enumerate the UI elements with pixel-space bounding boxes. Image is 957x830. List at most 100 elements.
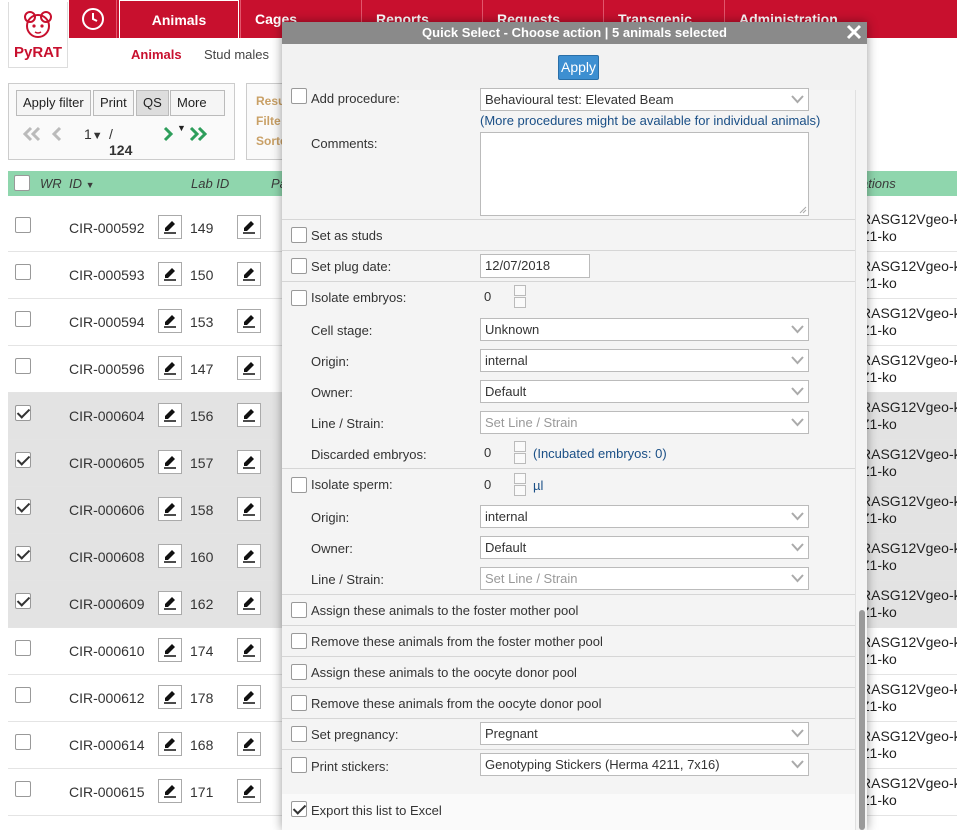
row-checkbox[interactable] (15, 687, 31, 703)
edit-id-button[interactable] (158, 544, 182, 568)
row-checkbox[interactable] (15, 264, 31, 280)
first-page-icon[interactable] (21, 126, 43, 145)
apply-filter-button[interactable]: Apply filter (16, 90, 91, 116)
discarded-count-stepper[interactable] (514, 441, 526, 465)
row-checkbox[interactable] (15, 405, 31, 421)
row-checkbox[interactable] (15, 640, 31, 656)
qs-button[interactable]: QS (136, 90, 169, 116)
subtab-animals[interactable]: Animals (131, 47, 182, 62)
stepper-up-icon[interactable] (514, 441, 526, 452)
edit-lab-id-button[interactable] (237, 309, 261, 333)
animal-id[interactable]: CIR-000612 (69, 690, 145, 706)
embryos-count-stepper[interactable] (514, 285, 526, 309)
row-checkbox[interactable] (15, 217, 31, 233)
subtab-stud-males[interactable]: Stud males (204, 47, 269, 62)
stepper-down-icon[interactable] (514, 453, 526, 464)
edit-lab-id-button[interactable] (237, 779, 261, 803)
remove-oocyte-checkbox[interactable] (291, 695, 307, 711)
edit-lab-id-button[interactable] (237, 497, 261, 521)
add-procedure-checkbox[interactable] (291, 88, 307, 104)
edit-id-button[interactable] (158, 262, 182, 286)
row-checkbox[interactable] (15, 452, 31, 468)
export-excel-checkbox[interactable] (291, 801, 307, 817)
animal-id[interactable]: CIR-000606 (69, 502, 145, 518)
assign-foster-checkbox[interactable] (291, 602, 307, 618)
edit-id-button[interactable] (158, 591, 182, 615)
select-all-checkbox[interactable] (14, 175, 30, 191)
stepper-up-icon[interactable] (514, 473, 526, 484)
row-checkbox[interactable] (15, 734, 31, 750)
embryo-line-strain-select[interactable]: Set Line / Strain (480, 411, 809, 434)
col-lab-id[interactable]: Lab ID (191, 176, 229, 191)
animal-id[interactable]: CIR-000615 (69, 784, 145, 800)
animal-id[interactable]: CIR-000605 (69, 455, 145, 471)
animal-id[interactable]: CIR-000604 (69, 408, 145, 424)
prev-page-icon[interactable] (49, 126, 65, 145)
row-checkbox[interactable] (15, 499, 31, 515)
animal-id[interactable]: CIR-000594 (69, 314, 145, 330)
history-button[interactable] (69, 0, 117, 38)
edit-lab-id-button[interactable] (237, 544, 261, 568)
col-id[interactable]: ID ▼ (69, 176, 95, 191)
row-checkbox[interactable] (15, 781, 31, 797)
animal-id[interactable]: CIR-000614 (69, 737, 145, 753)
row-checkbox[interactable] (15, 311, 31, 327)
assign-oocyte-checkbox[interactable] (291, 664, 307, 680)
more-button[interactable]: More ▼ (170, 90, 225, 133)
edit-lab-id-button[interactable] (237, 685, 261, 709)
edit-lab-id-button[interactable] (237, 591, 261, 615)
embryo-origin-select[interactable]: internal (480, 349, 809, 372)
scrollbar-thumb[interactable] (859, 610, 865, 830)
edit-lab-id-button[interactable] (237, 638, 261, 662)
stepper-up-icon[interactable] (514, 285, 526, 296)
sperm-line-strain-select[interactable]: Set Line / Strain (480, 567, 809, 590)
tab-animals[interactable]: Animals (119, 0, 239, 38)
edit-lab-id-button[interactable] (237, 732, 261, 756)
edit-id-button[interactable] (158, 309, 182, 333)
comments-textarea[interactable] (480, 132, 809, 216)
app-logo[interactable]: PyRAT (8, 2, 68, 68)
dialog-scrollbar[interactable] (855, 90, 867, 830)
set-pregnancy-checkbox[interactable] (291, 726, 307, 742)
edit-lab-id-button[interactable] (237, 403, 261, 427)
col-wr[interactable]: WR (40, 176, 62, 191)
isolate-sperm-checkbox[interactable] (291, 477, 307, 493)
edit-id-button[interactable] (158, 356, 182, 380)
edit-lab-id-button[interactable] (237, 356, 261, 380)
embryo-owner-select[interactable]: Default (480, 380, 809, 403)
animal-id[interactable]: CIR-000610 (69, 643, 145, 659)
edit-id-button[interactable] (158, 403, 182, 427)
last-page-icon[interactable] (187, 126, 209, 145)
edit-id-button[interactable] (158, 638, 182, 662)
edit-id-button[interactable] (158, 450, 182, 474)
cell-stage-select[interactable]: Unknown (480, 318, 809, 341)
animal-id[interactable]: CIR-000592 (69, 220, 145, 236)
edit-id-button[interactable] (158, 685, 182, 709)
edit-id-button[interactable] (158, 779, 182, 803)
set-as-studs-checkbox[interactable] (291, 227, 307, 243)
pregnancy-select[interactable]: Pregnant (480, 722, 809, 745)
procedure-select[interactable]: Behavioural test: Elevated Beam (480, 88, 809, 111)
edit-lab-id-button[interactable] (237, 215, 261, 239)
sperm-owner-select[interactable]: Default (480, 536, 809, 559)
remove-foster-checkbox[interactable] (291, 633, 307, 649)
set-plug-date-checkbox[interactable] (291, 258, 307, 274)
print-button[interactable]: Print (93, 90, 134, 116)
stickers-select[interactable]: Genotyping Stickers (Herma 4211, 7x16) (480, 753, 809, 776)
animal-id[interactable]: CIR-000609 (69, 596, 145, 612)
page-current[interactable]: 1▼ (84, 126, 103, 142)
isolate-embryos-checkbox[interactable] (291, 290, 307, 306)
row-checkbox[interactable] (15, 358, 31, 374)
resize-handle-icon[interactable] (799, 206, 807, 214)
plug-date-input[interactable]: 12/07/2018 (480, 254, 590, 278)
edit-id-button[interactable] (158, 732, 182, 756)
stepper-down-icon[interactable] (514, 485, 526, 496)
edit-lab-id-button[interactable] (237, 450, 261, 474)
sperm-origin-select[interactable]: internal (480, 505, 809, 528)
animal-id[interactable]: CIR-000593 (69, 267, 145, 283)
print-stickers-checkbox[interactable] (291, 757, 307, 773)
edit-id-button[interactable] (158, 497, 182, 521)
row-checkbox[interactable] (15, 546, 31, 562)
close-icon[interactable] (845, 23, 863, 41)
animal-id[interactable]: CIR-000608 (69, 549, 145, 565)
